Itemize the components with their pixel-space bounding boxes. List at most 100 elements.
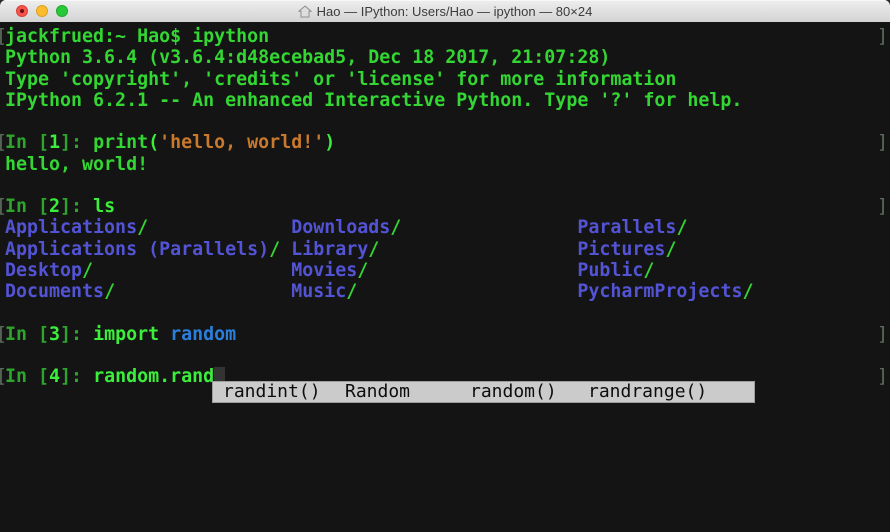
terminal-text-segment: In [ (5, 366, 49, 387)
terminal-text-segment: Type 'copyright', 'credits' or 'license'… (5, 69, 676, 90)
prompt-mark-right: ] (877, 366, 888, 387)
prompt-mark-right: ] (877, 26, 888, 47)
terminal-text-segment: / (676, 217, 687, 238)
terminal-text-segment: / (82, 260, 93, 281)
titlebar[interactable]: Hao — IPython: Users/Hao — ipython — 80×… (0, 0, 890, 23)
terminal-text-segment: IPython 6.2.1 -- An enhanced Interactive… (5, 90, 742, 111)
terminal-text-segment: random.rand (93, 366, 214, 387)
terminal-text-segment: import (93, 324, 170, 345)
terminal-text-segment (93, 260, 291, 281)
autocomplete-item[interactable]: Random (345, 381, 410, 403)
terminal-line: [] In [3]: import random (0, 324, 890, 345)
terminal-text-segment: Downloads (291, 217, 390, 238)
terminal-line: [] jackfrued:~ Hao$ ipython (0, 26, 890, 47)
terminal-text-segment: 1 (49, 132, 60, 153)
close-dot-icon (20, 9, 24, 13)
terminal-text-segment: / (643, 260, 654, 281)
terminal-text-segment: ]: (60, 132, 93, 153)
terminal-text-segment: PycharmProjects (577, 281, 742, 302)
terminal-text-segment: Pictures (577, 239, 665, 260)
terminal-line (0, 175, 890, 196)
terminal-text-segment: / (665, 239, 676, 260)
terminal-text-segment: jackfrued:~ Hao$ ipython (5, 26, 269, 47)
terminal-text-segment: Applications (Parallels) (5, 239, 269, 260)
prompt-mark-left: [ (0, 366, 7, 387)
terminal-line: Documents/ Music/ PycharmProjects/ (0, 281, 890, 302)
terminal-text-segment: Library (291, 239, 368, 260)
terminal-text-segment: 2 (49, 196, 60, 217)
terminal-text-segment (357, 281, 577, 302)
autocomplete-item[interactable]: random() (470, 381, 557, 403)
terminal-text-segment: ]: (60, 366, 93, 387)
prompt-mark-left: [ (0, 324, 7, 345)
autocomplete-item[interactable]: randrange() (588, 381, 707, 403)
terminal-text-segment: 3 (49, 324, 60, 345)
terminal-text-segment (280, 239, 291, 260)
terminal-line: Applications/ Downloads/ Parallels/ (0, 217, 890, 238)
autocomplete-item[interactable]: randint() (223, 381, 321, 403)
terminal-text-segment: Python 3.6.4 (v3.6.4:d48ecebad5, Dec 18 … (5, 47, 610, 68)
terminal-lines: [] jackfrued:~ Hao$ ipythonPython 3.6.4 (… (0, 26, 890, 387)
terminal-text-segment: Public (577, 260, 643, 281)
prompt-mark-right: ] (877, 196, 888, 217)
prompt-mark-left: [ (0, 132, 7, 153)
terminal-window: Hao — IPython: Users/Hao — ipython — 80×… (0, 0, 890, 532)
prompt-mark-left: [ (0, 196, 7, 217)
terminal-line: [] In [1]: print('hello, world!') (0, 132, 890, 153)
terminal-text-segment: In [ (5, 132, 49, 153)
terminal-text-segment: ( (148, 132, 159, 153)
terminal-text-segment: ls (93, 196, 115, 217)
terminal-text-segment (379, 239, 577, 260)
terminal-text-segment (148, 217, 291, 238)
terminal-text-segment: random (170, 324, 236, 345)
terminal-text-segment: / (269, 239, 280, 260)
terminal-text-segment: / (346, 281, 357, 302)
window-title-group: Hao — IPython: Users/Hao — ipython — 80×… (298, 4, 593, 19)
terminal-screen[interactable]: [] jackfrued:~ Hao$ ipythonPython 3.6.4 (… (0, 22, 890, 532)
terminal-line (0, 111, 890, 132)
zoom-button[interactable] (56, 5, 68, 17)
terminal-text-segment (368, 260, 577, 281)
minimize-button[interactable] (36, 5, 48, 17)
terminal-text-segment: / (390, 217, 401, 238)
window-controls (16, 0, 68, 22)
prompt-mark-right: ] (877, 132, 888, 153)
terminal-line: IPython 6.2.1 -- An enhanced Interactive… (0, 90, 890, 111)
terminal-text-segment: In [ (5, 324, 49, 345)
terminal-text-segment: In [ (5, 196, 49, 217)
terminal-text-segment: Documents (5, 281, 104, 302)
terminal-text-segment: print (93, 132, 148, 153)
terminal-text-segment: Desktop (5, 260, 82, 281)
terminal-line: Type 'copyright', 'credits' or 'license'… (0, 69, 890, 90)
terminal-line: Desktop/ Movies/ Public/ (0, 260, 890, 281)
terminal-text-segment: / (357, 260, 368, 281)
terminal-text-segment: / (742, 281, 753, 302)
terminal-line: Applications (Parallels)/ Library/ Pictu… (0, 239, 890, 260)
home-icon (298, 5, 312, 18)
terminal-line: Python 3.6.4 (v3.6.4:d48ecebad5, Dec 18 … (0, 47, 890, 68)
terminal-line: hello, world! (0, 154, 890, 175)
terminal-line (0, 302, 890, 323)
terminal-line (0, 345, 890, 366)
terminal-text-segment: ]: (60, 324, 93, 345)
terminal-text-segment: 4 (49, 366, 60, 387)
terminal-text-segment (115, 281, 291, 302)
terminal-text-segment: 'hello, world!' (159, 132, 324, 153)
terminal-text-segment: hello, world! (5, 154, 148, 175)
terminal-text-segment: / (368, 239, 379, 260)
terminal-text-segment: Parallels (577, 217, 676, 238)
window-title: Hao — IPython: Users/Hao — ipython — 80×… (317, 4, 593, 19)
terminal-text-segment: Music (291, 281, 346, 302)
terminal-text-segment: Movies (291, 260, 357, 281)
terminal-text-segment (401, 217, 577, 238)
terminal-text-segment: Applications (5, 217, 137, 238)
terminal-text-segment: ]: (60, 196, 93, 217)
terminal-text-segment: / (137, 217, 148, 238)
autocomplete-popup[interactable]: randint() Random random() randrange() (212, 381, 755, 403)
prompt-mark-right: ] (877, 324, 888, 345)
terminal-line: [] In [2]: ls (0, 196, 890, 217)
terminal-text-segment: ) (324, 132, 335, 153)
close-button[interactable] (16, 5, 28, 17)
prompt-mark-left: [ (0, 26, 7, 47)
terminal-text-segment: / (104, 281, 115, 302)
